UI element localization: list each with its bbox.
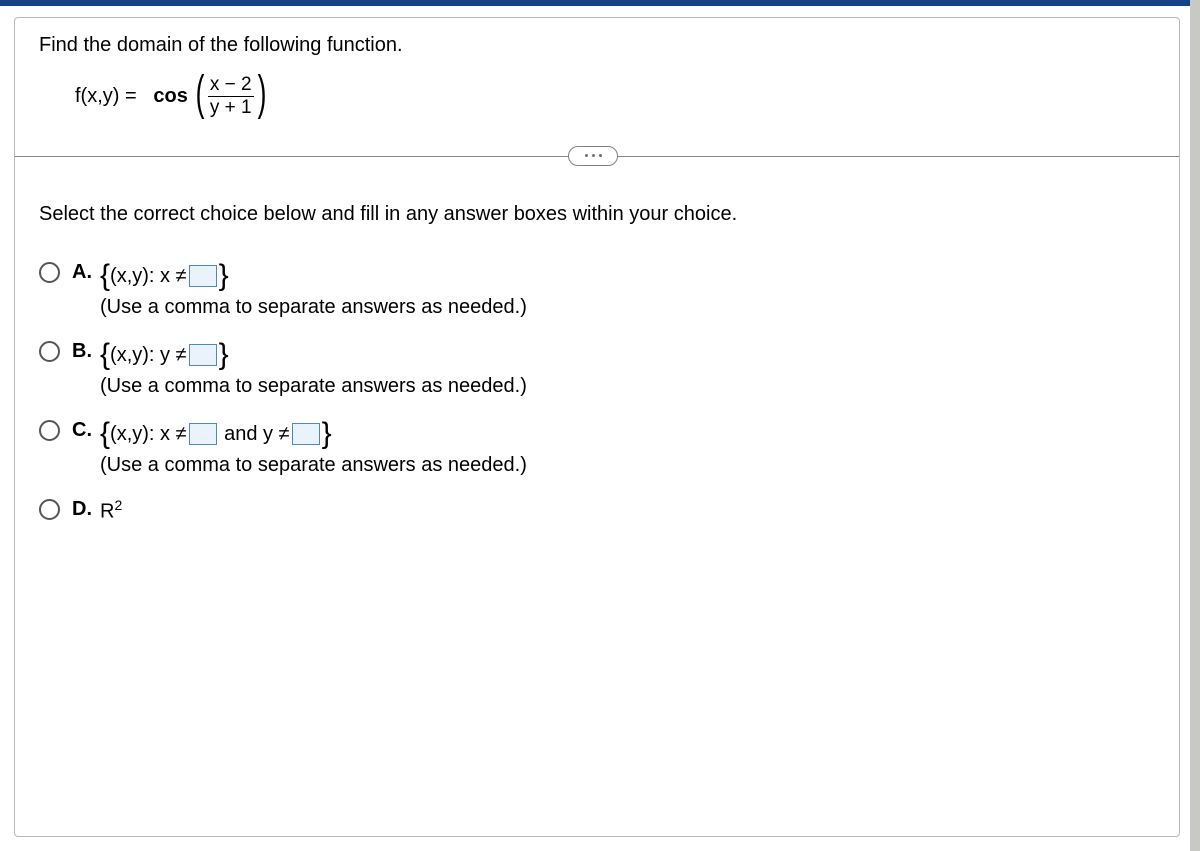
choice-a-expression: { (x,y): x ≠ } <box>100 260 229 294</box>
dot-icon <box>585 154 588 157</box>
choice-c-pre-text: (x,y): x ≠ <box>110 423 187 446</box>
choice-c-letter: C. <box>72 418 100 442</box>
question-prompt: Find the domain of the following functio… <box>15 18 1179 61</box>
choice-b-pre-text: (x,y): y ≠ <box>110 344 187 367</box>
left-brace-icon: { <box>100 259 110 293</box>
instruction-text: Select the correct choice below and fill… <box>15 203 1179 260</box>
expand-button[interactable] <box>568 146 618 166</box>
choice-a-hint: (Use a comma to separate answers as need… <box>100 296 527 319</box>
choice-a-body: { (x,y): x ≠ } (Use a comma to separate … <box>100 260 527 319</box>
radio-d[interactable] <box>39 499 60 520</box>
right-brace-icon: } <box>219 338 229 372</box>
dot-icon <box>592 154 595 157</box>
fraction-denominator: y + 1 <box>208 96 254 118</box>
choice-b-expression: { (x,y): y ≠ } <box>100 339 229 373</box>
right-brace-icon: } <box>219 259 229 293</box>
answer-input-b[interactable] <box>189 344 217 366</box>
right-scrollbar[interactable] <box>1190 0 1200 851</box>
choice-b-letter: B. <box>72 339 100 363</box>
choice-d-base: R <box>100 501 114 523</box>
right-paren-icon: ) <box>257 75 266 113</box>
top-accent-bar <box>0 0 1200 6</box>
equation-lhs: f(x,y) = cos <box>75 85 188 108</box>
choice-d-body: R2 <box>100 497 122 524</box>
left-brace-icon: { <box>100 338 110 372</box>
radio-a[interactable] <box>39 262 60 283</box>
choice-a: A. { (x,y): x ≠ } (Use a comma to separa… <box>39 260 1179 319</box>
fraction-numerator: x − 2 <box>208 75 254 96</box>
choices-list: A. { (x,y): x ≠ } (Use a comma to separa… <box>15 260 1179 524</box>
choice-c-body: { (x,y): x ≠ and y ≠ } (Use a comma to s… <box>100 418 527 477</box>
choice-c: C. { (x,y): x ≠ and y ≠ } (Use a comma t… <box>39 418 1179 477</box>
divider <box>15 156 1179 157</box>
radio-c[interactable] <box>39 420 60 441</box>
choice-c-mid-text: and y ≠ <box>224 423 289 446</box>
left-paren-icon: ( <box>195 75 204 113</box>
left-brace-icon: { <box>100 417 110 451</box>
choice-b-hint: (Use a comma to separate answers as need… <box>100 375 527 398</box>
fraction-group: ( x − 2 y + 1 ) <box>192 75 270 118</box>
choice-b: B. { (x,y): y ≠ } (Use a comma to separa… <box>39 339 1179 398</box>
choice-d-letter: D. <box>72 497 100 521</box>
equation-func: cos <box>153 85 187 107</box>
answer-input-c2[interactable] <box>292 423 320 445</box>
choice-a-pre-text: (x,y): x ≠ <box>110 265 187 288</box>
choice-b-body: { (x,y): y ≠ } (Use a comma to separate … <box>100 339 527 398</box>
choice-c-hint: (Use a comma to separate answers as need… <box>100 454 527 477</box>
answer-input-a[interactable] <box>189 265 217 287</box>
dot-icon <box>599 154 602 157</box>
radio-b[interactable] <box>39 341 60 362</box>
choice-c-expression: { (x,y): x ≠ and y ≠ } <box>100 418 332 452</box>
choice-d: D. R2 <box>39 497 1179 524</box>
fraction: x − 2 y + 1 <box>208 75 254 118</box>
equation-lhs-text: f(x,y) = <box>75 85 137 107</box>
choice-d-sup: 2 <box>114 497 122 513</box>
answer-input-c1[interactable] <box>189 423 217 445</box>
equation: f(x,y) = cos ( x − 2 y + 1 ) <box>15 61 1179 142</box>
choice-a-letter: A. <box>72 260 100 284</box>
question-card: Find the domain of the following functio… <box>14 17 1180 837</box>
right-brace-icon: } <box>322 417 332 451</box>
